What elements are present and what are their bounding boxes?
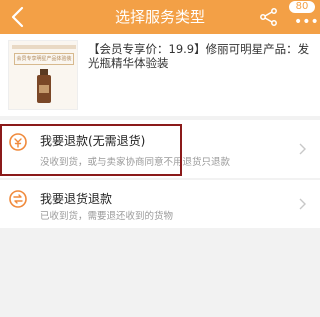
option-return-refund[interactable]: 我要退货退款 已收到货，需要退还收到的货物 <box>0 180 320 228</box>
option-subtitle: 没收到货，或与卖家协商同意不用退货只退款 <box>40 157 231 168</box>
bottle-label <box>39 85 49 93</box>
share-icon[interactable] <box>258 6 280 28</box>
return-refund-icon <box>9 190 27 208</box>
option-title: 我要退款(无需退货) <box>40 134 146 148</box>
chevron-right-icon <box>299 198 306 210</box>
header-bar: 选择服务类型 80 ••• <box>0 0 320 34</box>
refund-icon <box>9 133 27 151</box>
thumb-tag: 会员专享明星产品体验装 <box>14 53 74 65</box>
notification-badge: 80 <box>288 0 316 14</box>
chevron-right-icon <box>299 143 306 155</box>
product-title: 【会员专享价：19.9】修丽可明星产品：发光瓶精华体验装 <box>88 42 310 70</box>
product-summary: 会员专享明星产品体验装 【会员专享价：19.9】修丽可明星产品：发光瓶精华体验装 <box>0 34 320 116</box>
option-refund-only[interactable]: 我要退款(无需退货) 没收到货，或与卖家协商同意不用退货只退款 <box>0 120 320 178</box>
option-title: 我要退货退款 <box>40 192 113 206</box>
option-subtitle: 已收到货，需要退还收到的货物 <box>40 211 174 222</box>
thumb-brand-line <box>12 45 76 49</box>
product-thumbnail: 会员专享明星产品体验装 <box>8 40 78 110</box>
more-dots-icon[interactable]: ••• <box>294 14 319 30</box>
